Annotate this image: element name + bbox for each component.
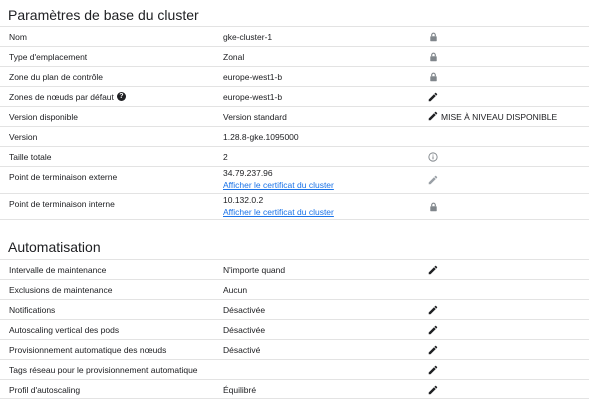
edit-icon[interactable] [428,305,438,315]
lock-icon [428,52,438,62]
row-label: Zones de nœuds par défaut? [9,92,126,102]
lock-icon [428,72,438,82]
edit-icon[interactable] [428,385,438,395]
row-label: Notifications [9,305,56,315]
row-label: Point de terminaison interne [9,199,115,209]
lock-icon [428,202,438,212]
basic-section-title: Paramètres de base du cluster [8,7,199,23]
table-row-autoscaling-profile: Profil d'autoscaling Équilibré [0,379,589,399]
row-label: Version disponible [9,112,78,122]
row-value: 34.79.237.96 [223,168,273,178]
row-label-text: Zones de nœuds par défaut [9,92,114,102]
edit-icon[interactable] [428,265,438,275]
row-value: 10.132.0.2 [223,195,264,205]
row-value: Version standard [223,112,287,122]
row-label: Provisionnement automatique des nœuds [9,345,167,355]
row-value: Équilibré [223,385,257,395]
row-label: Autoscaling vertical des pods [9,325,120,335]
row-value: 1.28.8-gke.1095000 [223,132,299,142]
table-row-version: Version 1.28.8-gke.1095000 [0,126,589,146]
table-row-maintenance-window: Intervalle de maintenance N'importe quan… [0,259,589,279]
cluster-details-page: Paramètres de base du cluster Nom gke-cl… [0,0,589,408]
row-value: 2 [223,152,228,162]
row-value: europe-west1-b [223,92,283,102]
edit-icon[interactable] [428,365,438,375]
table-row-external-endpoint: Point de terminaison externe 34.79.237.9… [0,166,589,193]
table-row-available-version: Version disponible Version standard MISE… [0,106,589,126]
row-value: Désactivée [223,305,266,315]
row-value: europe-west1-b [223,72,283,82]
row-label: Tags réseau pour le provisionnement auto… [9,365,198,375]
automation-section-title: Automatisation [8,239,101,255]
table-row-name: Nom gke-cluster-1 [0,26,589,46]
table-row-total-size: Taille totale 2 [0,146,589,166]
table-row-maintenance-exclusions: Exclusions de maintenance Aucun [0,279,589,299]
table-row-node-auto-provisioning: Provisionnement automatique des nœuds Dé… [0,339,589,359]
row-label: Taille totale [9,152,52,162]
row-label: Version [9,132,38,142]
table-row-auto-provisioning-network-tags: Tags réseau pour le provisionnement auto… [0,359,589,379]
edit-icon[interactable] [428,345,438,355]
row-value: Aucun [223,285,248,295]
table-row-notifications: Notifications Désactivée [0,299,589,319]
row-value: Désactivé [223,345,261,355]
row-label: Profil d'autoscaling [9,385,81,395]
row-value: Désactivée [223,325,266,335]
row-label: Point de terminaison externe [9,172,118,182]
upgrade-available-label: MISE À NIVEAU DISPONIBLE [441,112,558,122]
table-row-control-plane-zone: Zone du plan de contrôle europe-west1-b [0,66,589,86]
edit-icon [428,108,438,126]
row-label: Zone du plan de contrôle [9,72,104,82]
lock-icon [428,32,438,42]
basic-settings-table: Nom gke-cluster-1 Type d'emplacement Zon… [0,26,589,220]
edit-icon [428,175,438,185]
row-value: gke-cluster-1 [223,32,273,42]
upgrade-available-button[interactable]: MISE À NIVEAU DISPONIBLE [428,111,558,122]
edit-icon[interactable] [428,325,438,335]
show-certificate-link[interactable]: Afficher le certificat du cluster [223,180,334,190]
table-row-default-node-zones: Zones de nœuds par défaut? europe-west1-… [0,86,589,106]
table-row-internal-endpoint: Point de terminaison interne 10.132.0.2 … [0,193,589,220]
row-label: Nom [9,32,27,42]
automation-table: Intervalle de maintenance N'importe quan… [0,259,589,399]
table-row-vertical-pod-autoscaling: Autoscaling vertical des pods Désactivée [0,319,589,339]
row-label: Intervalle de maintenance [9,265,107,275]
show-certificate-link[interactable]: Afficher le certificat du cluster [223,207,334,217]
row-value: Zonal [223,52,245,62]
edit-icon[interactable] [428,92,438,102]
row-label: Exclusions de maintenance [9,285,113,295]
row-label: Type d'emplacement [9,52,88,62]
help-icon[interactable]: ? [116,92,126,102]
info-icon[interactable] [428,152,438,162]
row-value: N'importe quand [223,265,286,275]
table-row-location-type: Type d'emplacement Zonal [0,46,589,66]
